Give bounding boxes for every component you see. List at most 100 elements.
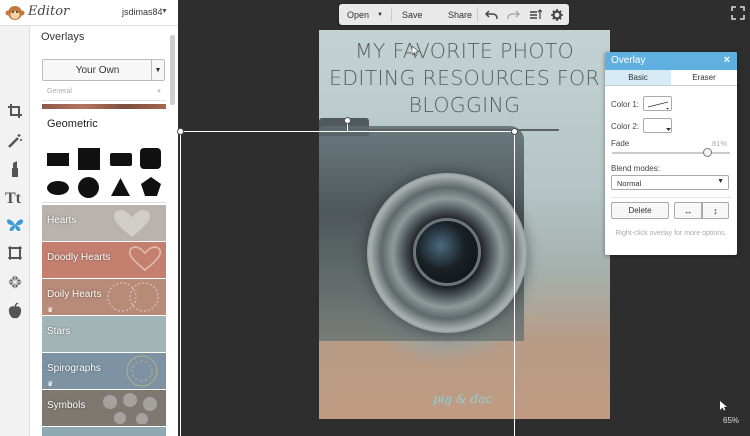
fade-slider-thumb[interactable] <box>703 148 713 157</box>
crop-icon[interactable] <box>4 100 26 122</box>
gradient-line-icon <box>647 101 669 110</box>
blend-mode-select[interactable]: Normal ▼ <box>611 175 729 190</box>
tab-eraser[interactable]: Eraser <box>671 70 737 86</box>
canvas-title-line: EDITING RESOURCES FOR <box>329 66 600 90</box>
category-label: Doily Hearts <box>47 289 102 300</box>
panel-title: Overlays <box>41 31 85 43</box>
dialog-title: Overlay <box>611 55 646 66</box>
lipstick-icon[interactable] <box>4 158 26 180</box>
chevron-down-icon[interactable]: ▼ <box>161 8 168 15</box>
selection-border-right <box>514 131 515 436</box>
fade-slider-track[interactable] <box>612 152 730 154</box>
category-label: Doodly Hearts <box>47 252 111 263</box>
redo-icon[interactable] <box>507 4 520 25</box>
photo-canvas[interactable]: MY FAVORITE PHOTO EDITING RESOURCES FOR … <box>319 30 610 419</box>
category-label: Stars <box>47 326 71 337</box>
category-label: Hearts <box>47 215 77 226</box>
magic-wand-icon[interactable] <box>4 130 26 152</box>
premium-crown-icon: ♛ <box>47 381 54 388</box>
triangle-shape[interactable] <box>110 177 131 197</box>
watermark-text: pig & dac <box>433 392 493 406</box>
fade-label: Fade <box>611 139 630 148</box>
category-label: Symbols <box>47 400 86 411</box>
color1-label: Color 1: <box>611 100 640 109</box>
chevron-down-icon: ▼ <box>154 66 162 74</box>
open-label: Open <box>347 9 370 20</box>
resize-handle-top-left[interactable] <box>177 128 184 135</box>
svg-text:Tt: Tt <box>5 190 22 205</box>
geometric-label: Geometric <box>47 118 98 130</box>
tab-basic[interactable]: Basic <box>605 70 671 86</box>
panel-scrollbar[interactable] <box>170 35 175 105</box>
overlay-category-hearts[interactable]: Hearts <box>42 205 166 241</box>
butterfly-overlays-icon[interactable] <box>4 214 26 236</box>
fullscreen-icon[interactable] <box>731 6 745 20</box>
your-own-dropdown-button[interactable]: ▼ <box>151 59 165 81</box>
flip-vertical-icon[interactable]: ↕ <box>702 202 729 219</box>
category-select-value: General <box>47 88 72 95</box>
canvas-title-line: BLOGGING <box>408 93 521 117</box>
premium-crown-icon: ♛ <box>47 307 54 314</box>
blend-modes-label: Blend modes: <box>611 164 660 173</box>
overlay-category-next[interactable] <box>42 427 166 436</box>
heart-graphic <box>128 246 162 272</box>
cursor-icon <box>412 46 420 56</box>
overlay-category-spirographs[interactable]: Spirographs ♛ <box>42 353 166 389</box>
gear-icon[interactable] <box>551 4 563 25</box>
chevron-down-icon: ▼ <box>717 178 724 185</box>
close-icon[interactable]: × <box>724 54 730 66</box>
toolbar-divider <box>391 7 392 22</box>
flip-horizontal-icon[interactable]: ↔ <box>674 202 702 219</box>
heart-graphic <box>114 210 150 237</box>
circle-shape[interactable] <box>78 177 99 198</box>
rectangle-shape[interactable] <box>47 153 69 166</box>
username[interactable]: jsdimas84 <box>122 7 163 17</box>
open-menu[interactable]: Open ▼ <box>347 4 383 25</box>
top-toolbar: Open ▼ Save Share <box>339 4 569 25</box>
rotation-handle[interactable] <box>344 117 351 124</box>
chevron-down-icon <box>666 128 671 131</box>
save-button[interactable]: Save <box>402 4 423 25</box>
overlay-category-doodly-hearts[interactable]: Doodly Hearts <box>42 242 166 278</box>
overlay-category-doily-hearts[interactable]: Doily Hearts ♛ <box>42 279 166 315</box>
share-button[interactable]: Share <box>448 4 472 25</box>
color2-label: Color 2: <box>611 122 640 131</box>
texture-icon[interactable] <box>4 271 26 293</box>
ellipse-shape[interactable] <box>47 181 69 195</box>
apple-icon[interactable] <box>4 300 26 322</box>
text-tool-icon[interactable]: Tt <box>4 186 26 208</box>
toolbar-divider <box>477 7 478 22</box>
square-shape[interactable] <box>78 148 100 170</box>
camera-lens-glass-graphic <box>413 218 481 286</box>
pentagon-shape[interactable] <box>140 176 162 197</box>
zoom-level[interactable]: 65% <box>723 416 739 425</box>
dialog-hint: Right-click overlay for more options. <box>615 230 727 237</box>
overlay-thumbnail-strip[interactable] <box>42 104 166 109</box>
zoom-handle-icon[interactable] <box>720 401 728 411</box>
dialog-divider <box>611 197 731 198</box>
delete-button[interactable]: Delete <box>611 202 669 219</box>
layers-icon[interactable] <box>529 4 542 25</box>
geometric-overlay-group[interactable]: Geometric <box>42 111 166 203</box>
overlay-dialog: Overlay × Basic Eraser Color 1: Color 2:… <box>605 52 737 255</box>
overlay-category-symbols[interactable]: Symbols <box>42 390 166 426</box>
resize-handle-top-right[interactable] <box>511 128 518 135</box>
monkey-logo-icon[interactable] <box>5 4 25 22</box>
dialog-header[interactable]: Overlay × <box>605 52 737 70</box>
heart-graphic <box>107 282 159 312</box>
overlay-category-stars[interactable]: Stars <box>42 316 166 352</box>
undo-icon[interactable] <box>485 4 498 25</box>
your-own-button[interactable]: Your Own <box>42 59 153 81</box>
blend-mode-value: Normal <box>617 179 642 188</box>
canvas-title-text[interactable]: MY FAVORITE PHOTO EDITING RESOURCES FOR … <box>319 38 610 119</box>
category-select[interactable]: General ▼ <box>42 88 166 101</box>
color1-swatch[interactable] <box>643 96 672 111</box>
spirograph-graphic <box>126 355 158 387</box>
typewriter-keys-graphic <box>103 393 157 424</box>
tool-rail: Tt <box>0 26 30 436</box>
rounded-rectangle-shape[interactable] <box>110 153 132 166</box>
color2-swatch[interactable] <box>643 118 672 133</box>
rounded-square-shape[interactable] <box>140 148 161 169</box>
app-header: Editor jsdimas84 ▼ <box>0 0 178 26</box>
frame-icon[interactable] <box>4 242 26 264</box>
